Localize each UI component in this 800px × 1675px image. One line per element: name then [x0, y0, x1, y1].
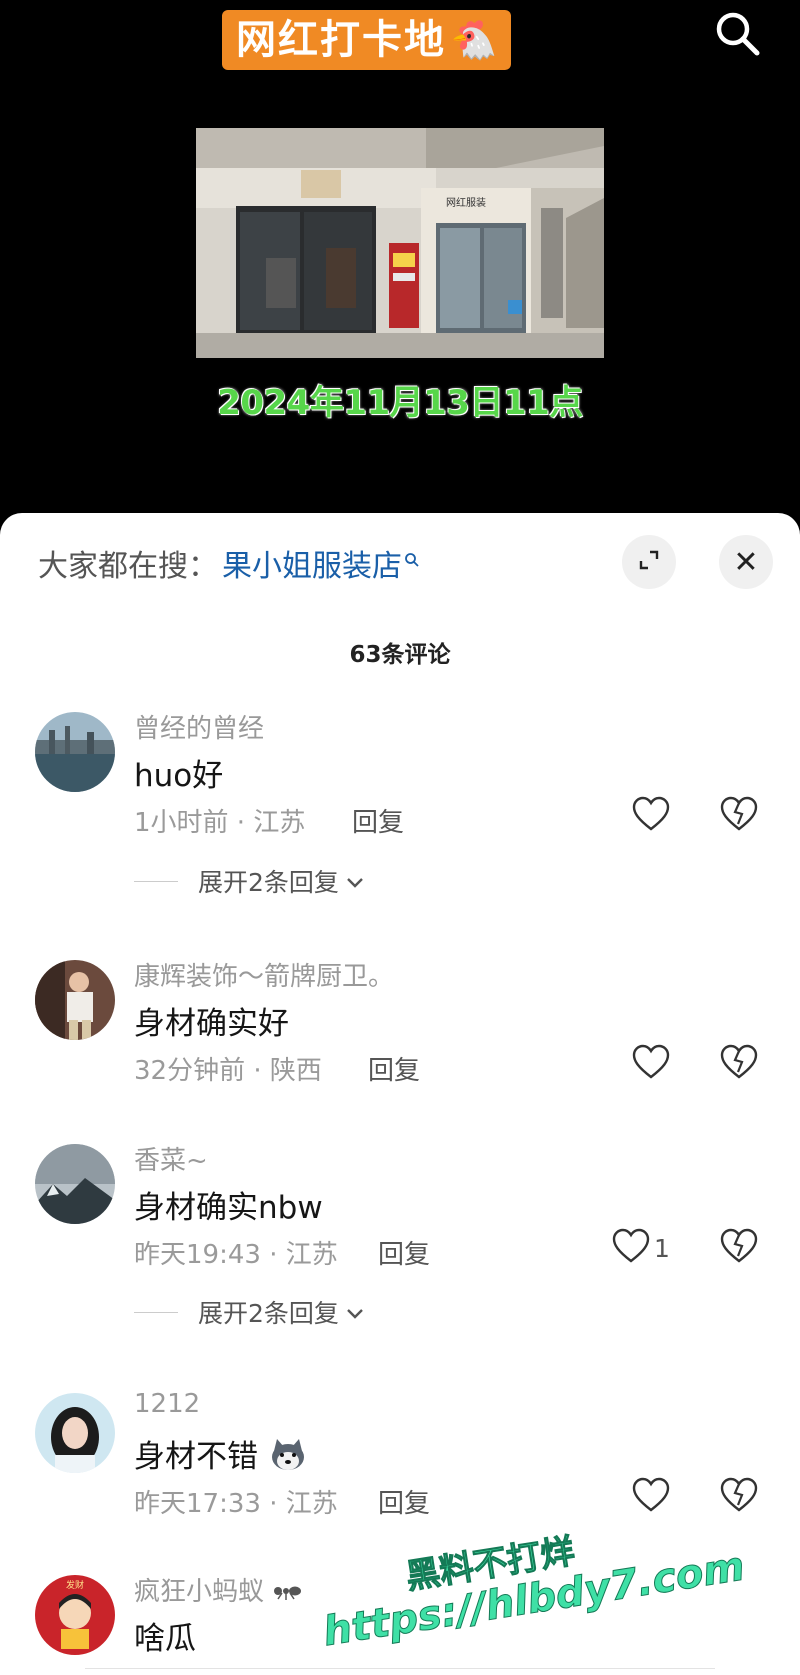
avatar[interactable]: 发财 [35, 1575, 115, 1655]
reply-button[interactable]: 回复 [368, 1050, 420, 1087]
bottom-input-bar-edge [85, 1668, 715, 1675]
reply-button[interactable]: 回复 [378, 1234, 430, 1271]
avatar[interactable] [35, 960, 115, 1040]
chevron-down-icon [345, 1298, 365, 1327]
comment-time-location: 昨天19:43 · 江苏 [134, 1240, 338, 1270]
expand-replies[interactable]: 展开2条回复 [134, 863, 365, 899]
comment-username[interactable]: 1212 [134, 1389, 200, 1419]
dislike-button[interactable] [720, 1228, 758, 1268]
reply-button[interactable]: 回复 [378, 1483, 430, 1520]
reply-button[interactable]: 回复 [352, 802, 404, 839]
comment-panel: 大家都在搜： 果小姐服装店 ✕ 63条评论 曾经的曾经 huo好 1小时前 · … [0, 513, 800, 1675]
dislike-button[interactable] [720, 1477, 758, 1517]
heart-icon [612, 1228, 650, 1268]
divider-line [134, 1311, 178, 1313]
comment-username[interactable]: 曾经的曾经 [134, 708, 264, 745]
like-button[interactable] [632, 1477, 674, 1517]
date-caption: 2024年11月13日11点 [217, 383, 583, 423]
trending-search-term[interactable]: 果小姐服装店 [222, 541, 402, 585]
comment-time-location: 昨天17:33 · 江苏 [134, 1489, 338, 1519]
broken-heart-icon [720, 1228, 758, 1268]
comment-text: 身材不错 [134, 1431, 308, 1481]
like-button[interactable] [632, 796, 674, 836]
ant-emoji-icon [272, 1578, 302, 1608]
comment-text: huo好 [134, 758, 224, 794]
heart-icon [632, 796, 670, 836]
expand-replies-label: 展开2条回复 [198, 868, 339, 897]
comment-text-value: 身材不错 [134, 1439, 258, 1475]
close-button[interactable]: ✕ [719, 535, 773, 589]
comment-time-location: 32分钟前 · 陕西 [134, 1056, 322, 1086]
broken-heart-icon [720, 1044, 758, 1084]
expand-replies-label: 展开2条回复 [198, 1299, 339, 1328]
like-button[interactable] [632, 1044, 674, 1084]
video-title-badge: 网红打卡地 🐔 [222, 10, 512, 70]
dislike-button[interactable] [720, 796, 758, 836]
avatar[interactable] [35, 1144, 115, 1224]
avatar[interactable] [35, 1393, 115, 1473]
comment-username[interactable]: 康辉装饰～箭牌厨卫。 [134, 956, 394, 993]
comment-text: 身材确实nbw [134, 1190, 323, 1226]
comment-username[interactable]: 香菜~ [134, 1140, 208, 1177]
comment-time-location: 1小时前 · 江苏 [134, 808, 306, 838]
trending-search-prefix: 大家都在搜： [38, 549, 218, 584]
comment-text: 啥瓜 [134, 1621, 196, 1657]
video-title: 网红打卡地 [236, 17, 446, 63]
broken-heart-icon [720, 796, 758, 836]
small-search-icon [404, 541, 420, 576]
broken-heart-icon [720, 1477, 758, 1517]
chevron-down-icon [345, 867, 365, 896]
trending-search-row[interactable]: 大家都在搜： 果小姐服装店 [38, 541, 420, 585]
husky-dog-emoji-icon [268, 1437, 308, 1481]
like-button[interactable]: 1 [612, 1228, 670, 1268]
fullscreen-expand-button[interactable] [622, 535, 676, 589]
svg-text:发财: 发财 [66, 1579, 84, 1591]
chicken-emoji: 🐔 [450, 18, 500, 62]
search-icon[interactable] [712, 8, 764, 60]
like-count: 1 [654, 1233, 670, 1263]
close-icon: ✕ [733, 544, 759, 580]
expand-arrows-icon [637, 548, 661, 576]
expand-replies[interactable]: 展开2条回复 [134, 1294, 365, 1330]
heart-icon [632, 1044, 670, 1084]
comment-count: 63条评论 [349, 642, 451, 668]
comment-username-text: 疯狂小蚂蚁 [134, 1577, 265, 1607]
dislike-button[interactable] [720, 1044, 758, 1084]
comment-username[interactable]: 疯狂小蚂蚁 [134, 1571, 302, 1608]
comment-text: 身材确实好 [134, 1006, 289, 1042]
heart-icon [632, 1477, 670, 1517]
divider-line [134, 880, 178, 882]
avatar[interactable] [35, 712, 115, 792]
svg-text:网红服装: 网红服装 [446, 196, 486, 209]
video-area[interactable]: 网红打卡地 🐔 网红服装 2024年11月13日11点 [0, 0, 800, 530]
storefront-photo: 网红服装 [196, 128, 604, 358]
